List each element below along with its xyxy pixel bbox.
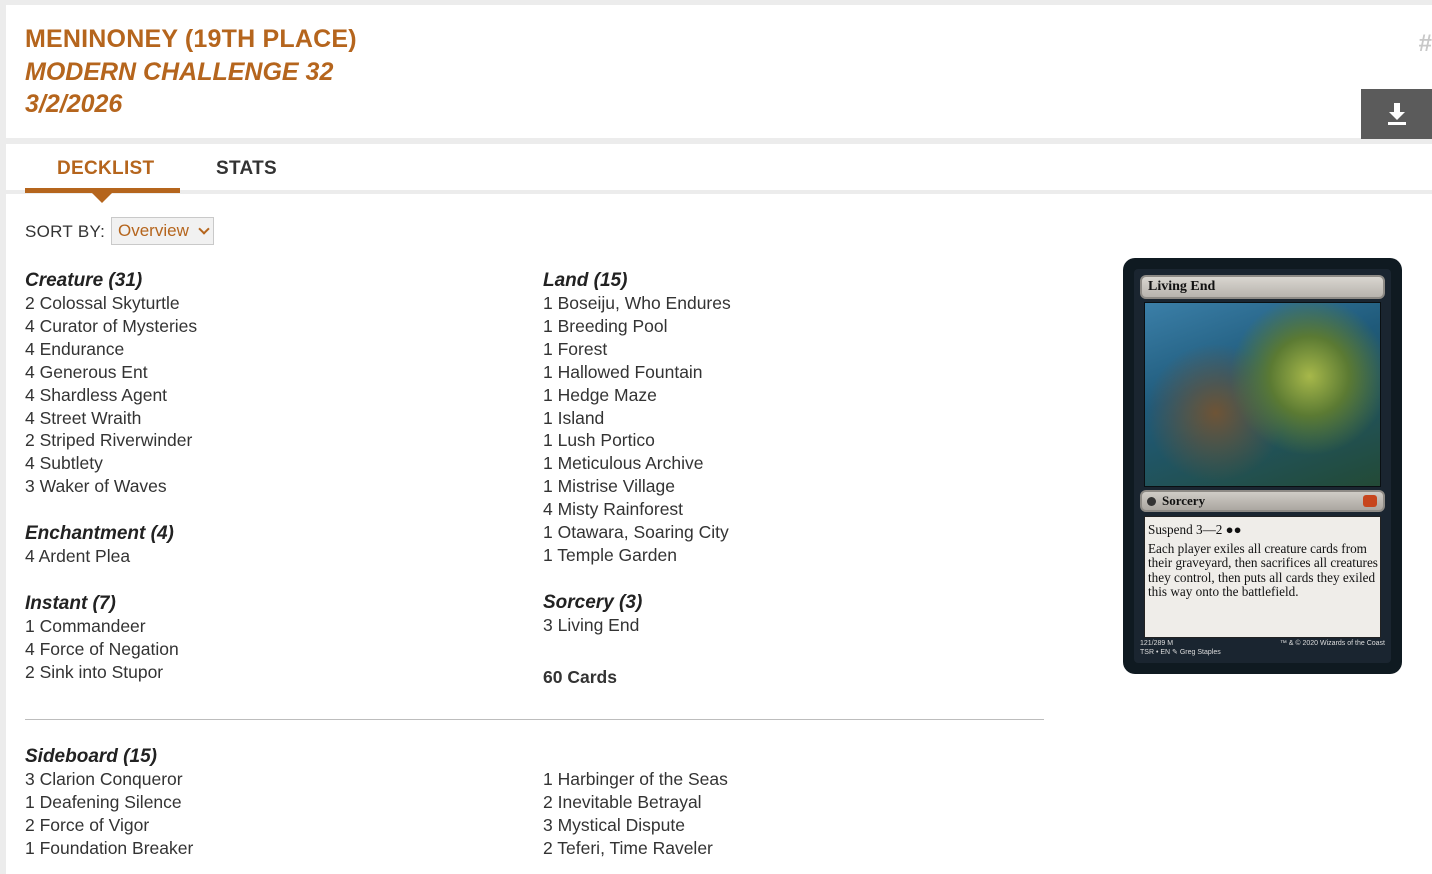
card-entry[interactable]: 1 Commandeer bbox=[25, 615, 197, 638]
card-entry[interactable]: 1 Foundation Breaker bbox=[25, 837, 193, 860]
event-name: MODERN CHALLENGE 32 bbox=[25, 58, 334, 86]
card-entry[interactable]: 2 Force of Vigor bbox=[25, 814, 193, 837]
card-title-bar: Living End bbox=[1140, 275, 1385, 299]
card-set-line: TSR • EN ✎ Greg Staples bbox=[1140, 649, 1221, 656]
section-instant: Instant (7) 1 Commandeer 4 Force of Nega… bbox=[25, 592, 197, 684]
card-frame: Living End Sorcery Suspend 3—2 ●● Each p… bbox=[1134, 269, 1391, 663]
card-entry[interactable]: 4 Subtlety bbox=[25, 452, 197, 475]
section-title: Land (15) bbox=[543, 270, 628, 291]
color-indicator-icon bbox=[1147, 497, 1156, 506]
card-total: 60 Cards bbox=[543, 667, 617, 687]
card-entry[interactable]: 2 Striped Riverwinder bbox=[25, 429, 197, 452]
card-name: Living End bbox=[1148, 279, 1216, 294]
card-entry[interactable]: 1 Forest bbox=[543, 338, 731, 361]
event-date: 3/2/2026 bbox=[25, 90, 123, 118]
card-entry[interactable]: 3 Waker of Waves bbox=[25, 475, 197, 498]
section-land: Land (15) 1 Boseiju, Who Endures 1 Breed… bbox=[543, 269, 731, 567]
chevron-down-icon bbox=[198, 223, 210, 235]
section-title: Creature (31) bbox=[25, 270, 143, 291]
card-entry[interactable]: 4 Ardent Plea bbox=[25, 545, 197, 568]
card-entry[interactable]: 4 Shardless Agent bbox=[25, 384, 197, 407]
sideboard-left-column: Sideboard (15) 3 Clarion Conqueror 1 Dea… bbox=[25, 745, 193, 860]
artist-brush-icon: ✎ bbox=[1172, 649, 1178, 656]
card-suspend: Suspend 3—2 ●● bbox=[1148, 522, 1242, 537]
card-entry[interactable]: 2 Sink into Stupor bbox=[25, 661, 197, 684]
decklist-page: MENINONEY (19TH PLACE) MODERN CHALLENGE … bbox=[0, 0, 1432, 874]
card-art bbox=[1144, 302, 1381, 487]
section-title: Sideboard (15) bbox=[25, 746, 157, 767]
sort-label: SORT BY: bbox=[25, 222, 106, 241]
card-type: Sorcery bbox=[1162, 493, 1206, 508]
card-entry[interactable]: 4 Generous Ent bbox=[25, 361, 197, 384]
tab-decklist[interactable]: DECKLIST bbox=[57, 158, 154, 180]
section-sorcery: Sorcery (3) 3 Living End bbox=[543, 591, 731, 637]
card-entry[interactable]: 1 Meticulous Archive bbox=[543, 452, 731, 475]
card-entry[interactable]: 1 Boseiju, Who Endures bbox=[543, 292, 731, 315]
section-title: Sorcery (3) bbox=[543, 591, 643, 613]
sideboard-divider bbox=[25, 719, 1044, 720]
card-type-bar: Sorcery bbox=[1140, 490, 1385, 512]
sort-selected-value: Overview bbox=[118, 221, 189, 240]
card-entry[interactable]: 1 Breeding Pool bbox=[543, 315, 731, 338]
section-title: Instant (7) bbox=[25, 593, 116, 615]
card-entry[interactable]: 4 Street Wraith bbox=[25, 407, 197, 430]
card-entry[interactable]: 1 Mistrise Village bbox=[543, 475, 731, 498]
card-entry[interactable]: 3 Mystical Dispute bbox=[543, 814, 728, 837]
card-entry[interactable]: 4 Misty Rainforest bbox=[543, 498, 731, 521]
card-entry[interactable]: 4 Endurance bbox=[25, 338, 197, 361]
card-artist: Greg Staples bbox=[1179, 649, 1221, 656]
tab-stats[interactable]: STATS bbox=[216, 158, 277, 180]
card-footer: 121/289 M TSR • EN ✎ Greg Staples ™ & © … bbox=[1140, 639, 1385, 657]
tab-bar: DECKLIST STATS bbox=[6, 144, 1432, 203]
deck-header: MENINONEY (19TH PLACE) MODERN CHALLENGE … bbox=[6, 5, 1432, 139]
download-icon bbox=[1387, 103, 1406, 125]
card-entry[interactable]: 2 Colossal Skyturtle bbox=[25, 292, 197, 315]
card-rules-text: Each player exiles all creature cards fr… bbox=[1148, 540, 1378, 600]
sideboard-right-column: 1 Harbinger of the Seas 2 Inevitable Bet… bbox=[543, 768, 728, 860]
active-tab-caret bbox=[92, 193, 112, 203]
card-entry[interactable]: 4 Force of Negation bbox=[25, 638, 197, 661]
mana-symbols-icon: ●● bbox=[1225, 522, 1242, 537]
card-entry[interactable]: 3 Clarion Conqueror bbox=[25, 768, 193, 791]
section-creature: Creature (31) 2 Colossal Skyturtle 4 Cur… bbox=[25, 269, 197, 498]
card-entry[interactable]: 1 Otawara, Soaring City bbox=[543, 521, 731, 544]
maindeck-right-column: Land (15) 1 Boseiju, Who Endures 1 Breed… bbox=[543, 269, 731, 661]
card-entry[interactable]: 1 Deafening Silence bbox=[25, 791, 193, 814]
download-button[interactable] bbox=[1361, 89, 1432, 139]
card-entry[interactable]: 1 Island bbox=[543, 407, 731, 430]
anchor-link[interactable]: # bbox=[1419, 30, 1432, 58]
card-entry[interactable]: 3 Living End bbox=[543, 614, 731, 637]
card-entry[interactable]: 2 Teferi, Time Raveler bbox=[543, 837, 728, 860]
card-entry[interactable]: 2 Inevitable Betrayal bbox=[543, 791, 728, 814]
card-copyright: ™ & © 2020 Wizards of the Coast bbox=[1279, 640, 1385, 647]
decklist-panel: DECKLIST STATS SORT BY: Overview Creatur… bbox=[6, 144, 1432, 874]
card-preview-image: Living End Sorcery Suspend 3—2 ●● Each p… bbox=[1123, 258, 1402, 674]
maindeck-left-column: Creature (31) 2 Colossal Skyturtle 4 Cur… bbox=[25, 269, 197, 708]
card-entry[interactable]: 1 Temple Garden bbox=[543, 544, 731, 567]
section-title: Enchantment (4) bbox=[25, 523, 174, 545]
section-enchantment: Enchantment (4) 4 Ardent Plea bbox=[25, 522, 197, 568]
card-entry[interactable]: 1 Hallowed Fountain bbox=[543, 361, 731, 384]
card-entry[interactable]: 4 Curator of Mysteries bbox=[25, 315, 197, 338]
card-entry[interactable]: 1 Hedge Maze bbox=[543, 384, 731, 407]
card-entry[interactable]: 1 Lush Portico bbox=[543, 429, 731, 452]
card-entry[interactable]: 1 Harbinger of the Seas bbox=[543, 768, 728, 791]
player-name: MENINONEY (19TH PLACE) bbox=[25, 25, 357, 53]
sort-select[interactable]: Overview bbox=[111, 217, 214, 245]
card-text-box: Suspend 3—2 ●● Each player exiles all cr… bbox=[1144, 516, 1381, 638]
set-symbol-icon bbox=[1363, 495, 1377, 507]
